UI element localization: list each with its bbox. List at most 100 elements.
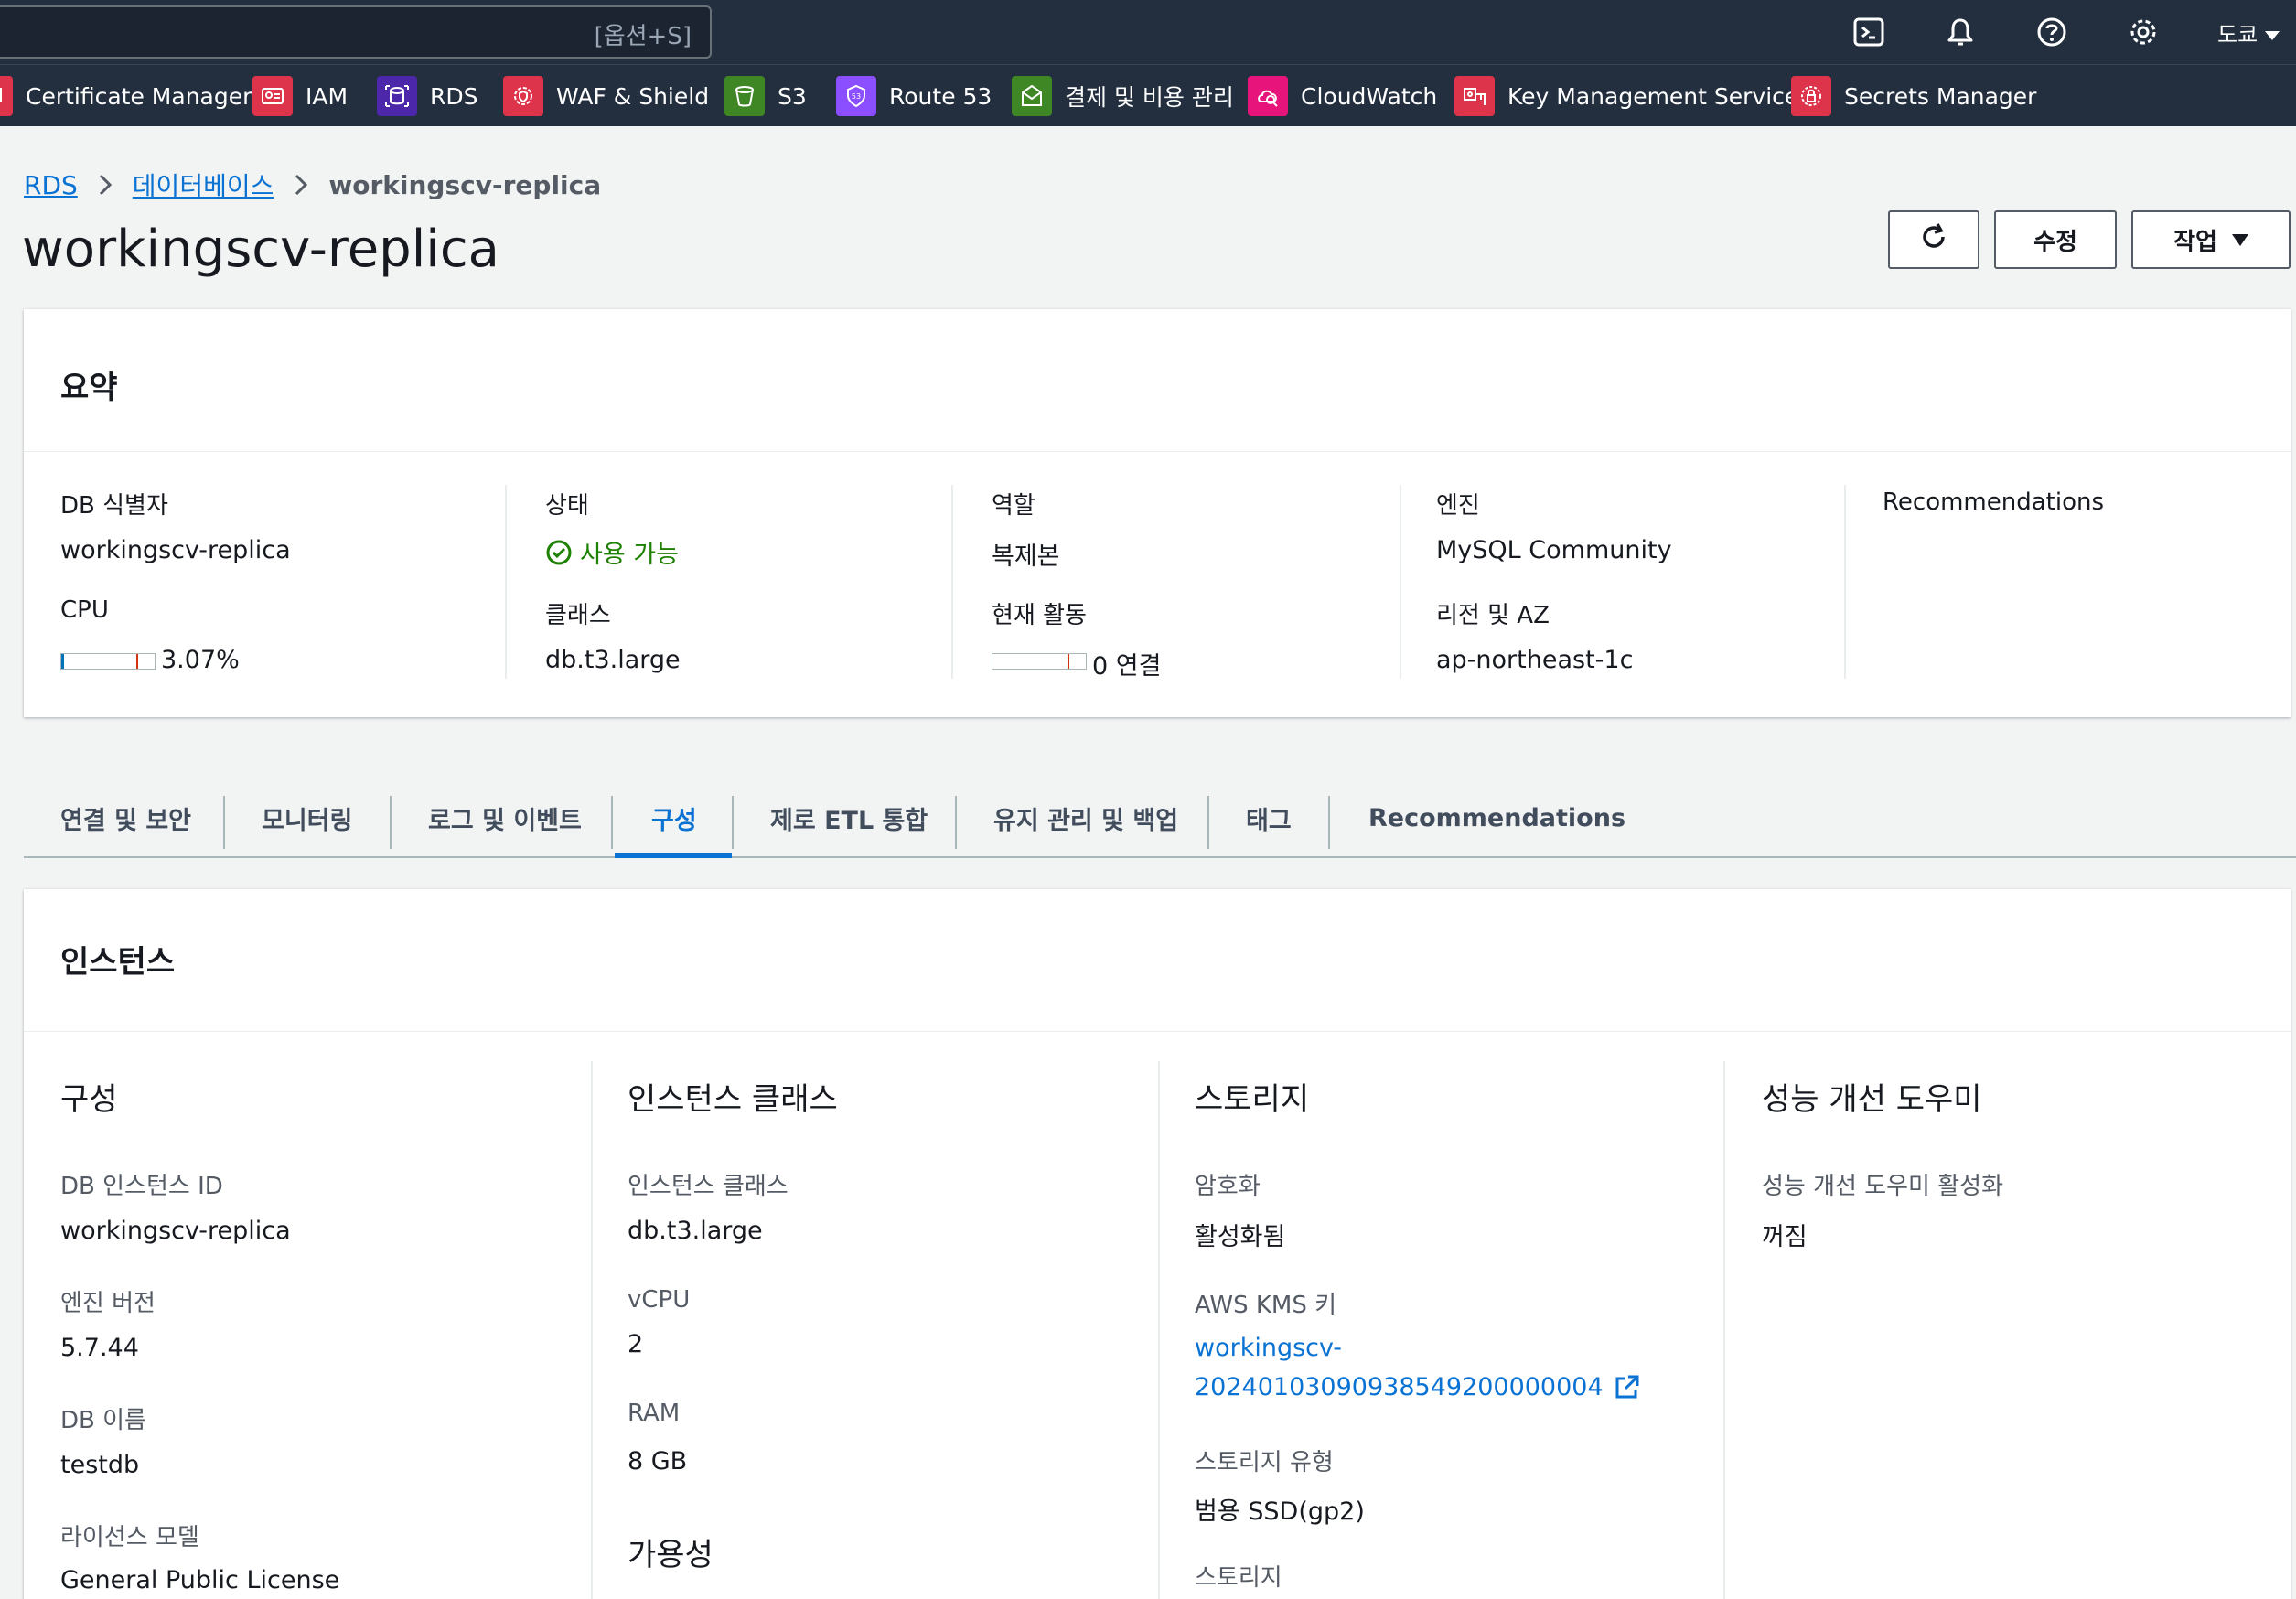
summary-divider bbox=[951, 485, 953, 679]
breadcrumb-current: workingscv-replica bbox=[328, 169, 602, 200]
notifications-bell-icon[interactable] bbox=[1941, 13, 1979, 51]
db-instance-id-value: workingscv-replica bbox=[60, 1217, 291, 1245]
status-value: 사용 가능 bbox=[545, 534, 679, 570]
favorite-label: Key Management Service bbox=[1507, 82, 1799, 110]
column-divider bbox=[1158, 1061, 1160, 1599]
cpu-threshold-mark bbox=[136, 654, 138, 669]
chevron-down-icon bbox=[2265, 31, 2280, 40]
db-identifier-label: DB 식별자 bbox=[60, 492, 168, 520]
breadcrumb-link-rds[interactable]: RDS bbox=[24, 170, 78, 200]
favorite-waf-shield[interactable]: WAF & Shield bbox=[503, 76, 709, 116]
instance-card: 인스턴스 bbox=[24, 889, 2291, 1599]
ram-label: RAM bbox=[628, 1400, 681, 1427]
status-ok-icon bbox=[545, 539, 573, 566]
favorite-rds[interactable]: RDS bbox=[377, 76, 478, 116]
svg-text:53: 53 bbox=[852, 92, 861, 101]
tab-maintenance-backups[interactable]: 유지 관리 및 백업 bbox=[993, 778, 1178, 858]
tab-recommendations[interactable]: Recommendations bbox=[1368, 778, 1625, 858]
status-text: 사용 가능 bbox=[580, 541, 679, 569]
db-identifier-value: workingscv-replica bbox=[60, 536, 291, 564]
instance-class-heading: 인스턴스 클래스 bbox=[628, 1081, 838, 1118]
kms-key-line2-row: 20240103090938549200000004 bbox=[1195, 1368, 1640, 1407]
vcpu-label: vCPU bbox=[628, 1286, 691, 1314]
storage-type-value: 범용 SSD(gp2) bbox=[1195, 1497, 1365, 1526]
favorite-certificate-manager[interactable]: Certificate Manager bbox=[0, 76, 252, 116]
page-title: workingscv-replica bbox=[22, 220, 499, 279]
tab-zero-etl[interactable]: 제로 ETL 통합 bbox=[770, 778, 928, 858]
top-navigation: [옵션+S] 도쿄 bbox=[0, 0, 2296, 64]
instance-card-header: 인스턴스 bbox=[24, 889, 2291, 1032]
refresh-button[interactable] bbox=[1888, 210, 1979, 269]
favorite-secrets-manager[interactable]: Secrets Manager bbox=[1791, 76, 2036, 116]
tab-divider bbox=[223, 796, 225, 849]
help-icon[interactable] bbox=[2033, 13, 2071, 51]
favorite-label: 결제 및 비용 관리 bbox=[1065, 84, 1234, 111]
tab-connectivity-security[interactable]: 연결 및 보안 bbox=[60, 778, 191, 858]
performance-insights-enabled-value: 꺼짐 bbox=[1762, 1223, 1808, 1251]
engine-version-value: 5.7.44 bbox=[60, 1334, 139, 1362]
rds-icon bbox=[377, 76, 417, 116]
region-selector[interactable]: 도쿄 bbox=[2217, 16, 2280, 48]
tab-tags[interactable]: 태그 bbox=[1246, 778, 1292, 858]
activity-label: 현재 활동 bbox=[992, 602, 1087, 629]
storage-type-label: 스토리지 유형 bbox=[1195, 1449, 1334, 1476]
engine-value: MySQL Community bbox=[1436, 536, 1672, 564]
cloudshell-icon[interactable] bbox=[1850, 13, 1888, 51]
instance-title: 인스턴스 bbox=[60, 944, 176, 981]
region-az-label: 리전 및 AZ bbox=[1436, 602, 1550, 629]
db-name-label: DB 이름 bbox=[60, 1407, 146, 1434]
route53-icon: 53 bbox=[836, 76, 876, 116]
tab-divider bbox=[390, 796, 392, 849]
favorite-kms[interactable]: Key Management Service bbox=[1454, 76, 1798, 116]
favorite-label: S3 bbox=[778, 82, 807, 110]
favorite-cloudwatch[interactable]: CloudWatch bbox=[1248, 76, 1437, 116]
tab-logs-events[interactable]: 로그 및 이벤트 bbox=[428, 778, 582, 858]
cpu-label: CPU bbox=[60, 596, 109, 624]
region-az-value: ap-northeast-1c bbox=[1436, 646, 1634, 674]
summary-title: 요약 bbox=[60, 370, 118, 406]
favorite-label: Certificate Manager bbox=[26, 82, 252, 110]
tab-monitoring[interactable]: 모니터링 bbox=[262, 778, 352, 858]
cpu-usage-bar bbox=[60, 653, 156, 670]
license-model-value: General Public License bbox=[60, 1566, 340, 1594]
chevron-right-icon bbox=[294, 173, 308, 197]
breadcrumb-link-databases[interactable]: 데이터베이스 bbox=[133, 166, 274, 203]
settings-gear-icon[interactable] bbox=[2124, 13, 2162, 51]
tab-configuration[interactable]: 구성 bbox=[651, 778, 697, 858]
favorite-route53[interactable]: 53 Route 53 bbox=[836, 76, 992, 116]
tab-divider bbox=[611, 796, 613, 849]
caret-down-icon bbox=[2231, 233, 2248, 246]
iam-icon bbox=[252, 76, 293, 116]
recommendations-label: Recommendations bbox=[1883, 488, 2105, 516]
summary-card-header: 요약 bbox=[24, 309, 2291, 452]
external-link-icon bbox=[1613, 1374, 1640, 1401]
instance-class-value: db.t3.large bbox=[628, 1217, 763, 1245]
modify-button[interactable]: 수정 bbox=[1994, 210, 2117, 269]
detail-tabs: 연결 및 보안 모니터링 로그 및 이벤트 구성 제로 ETL 통합 유지 관리… bbox=[24, 778, 2296, 858]
kms-key-link[interactable]: workingscv- 20240103090938549200000004 bbox=[1195, 1328, 1640, 1407]
storage-label: 스토리지 bbox=[1195, 1564, 1282, 1592]
db-name-value: testdb bbox=[60, 1451, 140, 1479]
actions-dropdown-button[interactable]: 작업 bbox=[2131, 210, 2291, 269]
performance-insights-enabled-label: 성능 개선 도우미 활성화 bbox=[1762, 1173, 2003, 1200]
tab-divider bbox=[732, 796, 734, 849]
favorite-billing[interactable]: 결제 및 비용 관리 bbox=[1012, 76, 1234, 116]
summary-divider bbox=[505, 485, 507, 679]
refresh-icon bbox=[1917, 220, 1950, 260]
certificate-manager-icon bbox=[0, 76, 13, 116]
favorite-label: WAF & Shield bbox=[556, 82, 710, 110]
search-input[interactable]: [옵션+S] bbox=[0, 5, 712, 59]
activity-threshold-mark bbox=[1068, 654, 1069, 669]
s3-bucket-icon bbox=[724, 76, 765, 116]
active-tab-indicator bbox=[615, 853, 732, 858]
class-label: 클래스 bbox=[545, 602, 611, 629]
column-divider bbox=[1723, 1061, 1725, 1599]
summary-divider bbox=[1400, 485, 1401, 679]
cpu-value: 3.07% bbox=[161, 646, 240, 674]
favorite-label: RDS bbox=[430, 82, 478, 110]
vcpu-value: 2 bbox=[628, 1330, 644, 1358]
favorite-s3[interactable]: S3 bbox=[724, 76, 807, 116]
cpu-usage-fill bbox=[61, 654, 65, 669]
favorite-iam[interactable]: IAM bbox=[252, 76, 348, 116]
favorite-label: CloudWatch bbox=[1301, 82, 1438, 110]
